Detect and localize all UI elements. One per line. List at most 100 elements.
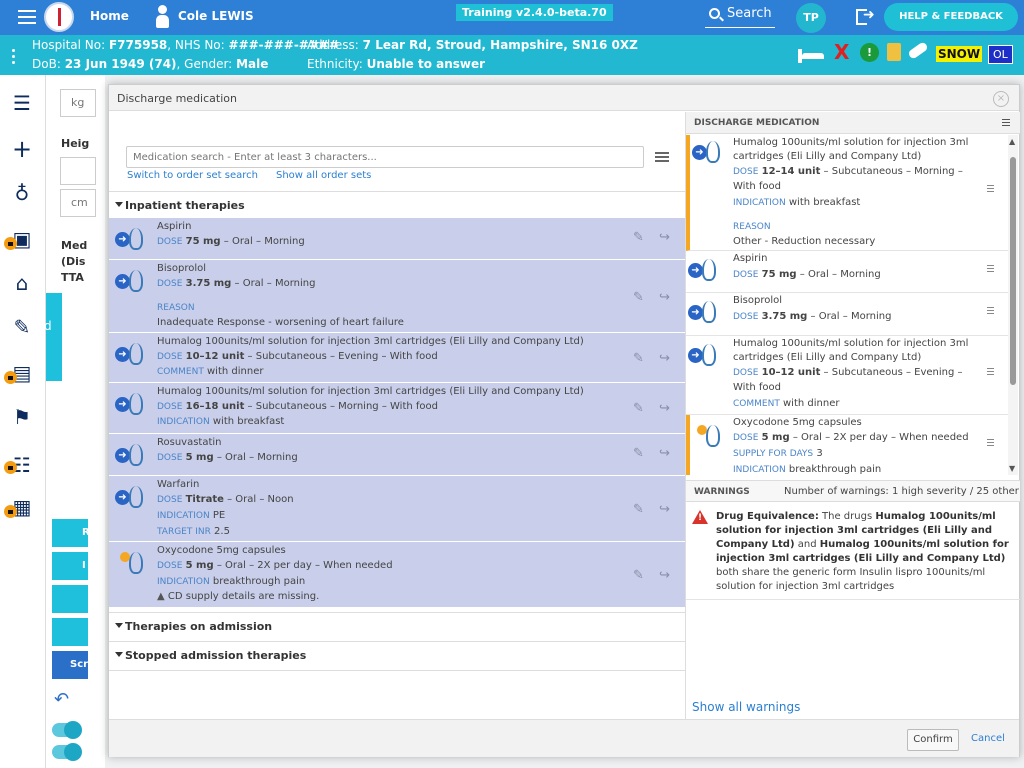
medication-search-input[interactable] — [127, 147, 643, 167]
logout-icon[interactable] — [856, 7, 876, 25]
show-all-warnings-link[interactable]: Show all warnings — [692, 700, 800, 714]
height-input[interactable] — [60, 157, 96, 185]
bg-screen-button[interactable]: Scre — [52, 651, 95, 679]
bg-button-4[interactable] — [52, 618, 88, 646]
bg-button-2[interactable]: I — [52, 552, 88, 580]
therapy-row[interactable]: ➜ Humalog 100units/ml solution for injec… — [109, 383, 685, 434]
help-feedback-button[interactable]: HELP & FEEDBACK — [884, 3, 1018, 31]
show-all-order-sets-link[interactable]: Show all order sets — [276, 170, 371, 181]
add-icon[interactable]: + — [10, 137, 34, 161]
therapies-on-admission-header[interactable]: Therapies on admission — [109, 612, 685, 638]
continue-therapy-icon[interactable]: ↪ — [659, 446, 675, 461]
weight-input[interactable]: kg — [60, 89, 96, 117]
therapy-row[interactable]: Oxycodone 5mg capsules DOSE 5 mg – Oral … — [109, 542, 685, 607]
discharge-row[interactable]: ➜ Aspirin DOSE 75 mg – Oral – Morning — [686, 251, 1008, 293]
address-line: Address: 7 Lear Rd, Stroud, Hampshire, S… — [307, 38, 638, 52]
continue-therapy-icon[interactable]: ↪ — [659, 290, 675, 305]
continue-therapy-icon[interactable]: ↪ — [659, 230, 675, 245]
snow-badge[interactable]: SNOW — [936, 46, 983, 62]
alert-icon[interactable]: ! — [860, 43, 879, 62]
scroll-thumb[interactable] — [1010, 157, 1016, 385]
bg-button-3[interactable] — [52, 585, 88, 613]
medication-icon — [692, 425, 722, 449]
tta-label: TTA — [61, 271, 84, 284]
height-unit[interactable]: cm — [60, 189, 96, 217]
house-icon[interactable]: ⌂ — [10, 271, 34, 295]
cancel-button[interactable]: Cancel — [971, 733, 1005, 744]
discharge-row[interactable]: Oxycodone 5mg capsules DOSE 5 mg – Oral … — [686, 415, 1008, 475]
therapy-row[interactable]: ➜ Humalog 100units/ml solution for injec… — [109, 333, 685, 383]
warnings-count: Number of warnings: 1 high severity / 25… — [784, 486, 1019, 497]
background-page: kg Heig cm Med (Dis TTA d R I Scre ↶ — [44, 75, 105, 768]
scroll-up-icon[interactable]: ▲ — [1009, 137, 1015, 146]
toggle-2[interactable] — [52, 743, 82, 761]
continue-therapy-icon[interactable]: ↪ — [659, 401, 675, 416]
bg-button-1[interactable]: R — [52, 519, 90, 547]
continue-therapy-icon[interactable]: ↪ — [659, 568, 675, 583]
discharge-icon[interactable]: ⚑ — [10, 405, 34, 429]
banner-more-icon[interactable] — [12, 49, 16, 64]
menu-icon[interactable] — [18, 10, 36, 24]
discharge-row[interactable]: ➜ Bisoprolol DOSE 3.75 mg – Oral – Morni… — [686, 293, 1008, 336]
edit-therapy-icon[interactable]: ✎ — [633, 446, 649, 461]
edit-therapy-icon[interactable]: ✎ — [633, 502, 649, 517]
user-avatar[interactable]: TP — [796, 3, 826, 33]
dialog-title: Discharge medication — [117, 92, 237, 105]
therapy-row[interactable]: ➜ Warfarin DOSE Titrate – Oral – Noon IN… — [109, 476, 685, 542]
therapy-row[interactable]: ➜ Rosuvastatin DOSE 5 mg – Oral – Mornin… — [109, 434, 685, 476]
discharge-menu-icon[interactable] — [1002, 119, 1010, 127]
collapse-icon — [115, 623, 123, 628]
pill-icon[interactable] — [907, 41, 929, 60]
search-button[interactable]: Search — [705, 3, 775, 28]
bed-icon[interactable] — [798, 45, 826, 63]
edit-therapy-icon[interactable]: ✎ — [633, 351, 649, 366]
continue-therapy-icon[interactable]: ↪ — [659, 351, 675, 366]
scroll-down-icon[interactable]: ▼ — [1009, 464, 1015, 473]
undo-icon[interactable]: ↶ — [54, 689, 69, 710]
ol-badge[interactable]: OL — [988, 45, 1013, 64]
edit-therapy-icon[interactable]: ✎ — [633, 401, 649, 416]
toggle-1[interactable] — [52, 721, 82, 739]
warning-item[interactable]: Drug Equivalence: The drugs Humalog 100u… — [686, 504, 1020, 600]
switch-order-set-link[interactable]: Switch to order set search — [127, 170, 258, 181]
inpatient-therapies-header[interactable]: Inpatient therapies — [109, 191, 685, 217]
row-menu-icon[interactable] — [987, 265, 994, 273]
confirm-button[interactable]: Confirm — [907, 729, 959, 751]
allergy-x-icon[interactable]: X — [834, 40, 849, 64]
home-link[interactable]: Home — [90, 9, 129, 23]
app-logo[interactable] — [44, 2, 74, 32]
collapse-icon — [115, 202, 123, 207]
edit-therapy-icon[interactable]: ✎ — [633, 568, 649, 583]
discharge-medication-list: ➜ Humalog 100units/ml solution for injec… — [686, 135, 1008, 475]
lock-icon — [4, 371, 17, 384]
therapy-row[interactable]: ➜ Aspirin DOSE 75 mg – Oral – Morning ✎ … — [109, 218, 685, 260]
edit-therapy-icon[interactable]: ✎ — [633, 290, 649, 305]
discharge-scrollbar[interactable]: ▲ ▼ — [1008, 135, 1018, 475]
stopped-admission-therapies-header[interactable]: Stopped admission therapies — [109, 641, 685, 671]
patient-name[interactable]: Cole LEWIS — [178, 9, 254, 23]
discharge-row[interactable]: ➜ Humalog 100units/ml solution for injec… — [686, 135, 1008, 251]
therapy-row[interactable]: ➜ Bisoprolol DOSE 3.75 mg – Oral – Morni… — [109, 260, 685, 333]
row-menu-icon[interactable] — [987, 368, 994, 376]
lock-icon — [4, 237, 17, 250]
bg-side-panel[interactable]: d — [44, 293, 62, 381]
list-icon[interactable]: ☰ — [10, 91, 34, 115]
continue-therapy-icon[interactable]: ↪ — [659, 502, 675, 517]
discharge-medication-pane: DISCHARGE MEDICATION ➜ Humalog 100units/… — [685, 112, 1020, 719]
medication-search[interactable] — [126, 146, 644, 168]
stethoscope-icon[interactable]: ♁ — [10, 181, 34, 205]
warning-icon: ▲ — [157, 591, 165, 602]
document-icon[interactable] — [887, 43, 901, 61]
row-menu-icon[interactable] — [987, 307, 994, 315]
dob-line: DoB: 23 Jun 1949 (74), Gender: Male — [32, 57, 269, 71]
search-menu-icon[interactable] — [655, 152, 669, 162]
lock-icon — [4, 505, 17, 518]
close-icon[interactable]: × — [993, 91, 1009, 107]
row-menu-icon[interactable] — [987, 439, 994, 447]
height-label: Heig — [61, 137, 90, 150]
row-menu-icon[interactable] — [987, 185, 994, 193]
edit-therapy-icon[interactable]: ✎ — [633, 230, 649, 245]
edit-icon[interactable]: ✎ — [10, 315, 34, 339]
discharge-row[interactable]: ➜ Humalog 100units/ml solution for injec… — [686, 336, 1008, 415]
warnings-header: WARNINGS Number of warnings: 1 high seve… — [686, 480, 1020, 502]
